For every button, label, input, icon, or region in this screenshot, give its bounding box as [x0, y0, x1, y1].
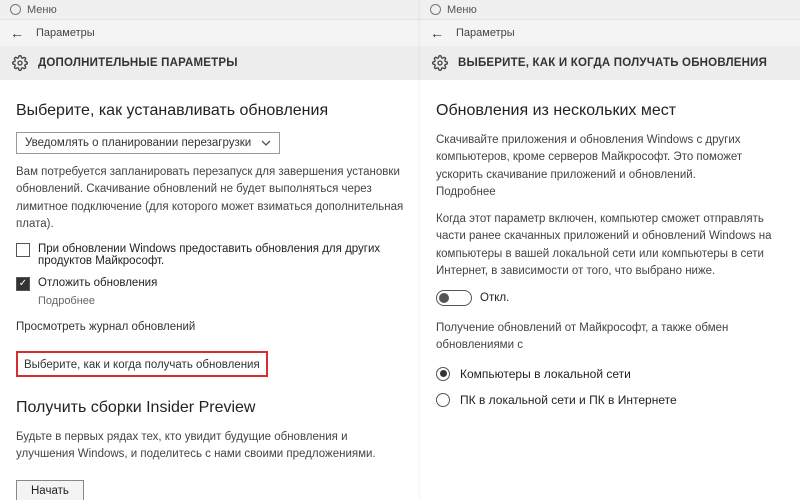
right-window: Меню ← Параметры ВЫБЕРИТЕ, КАК И КОГДА П…: [420, 0, 800, 500]
left-content: Выберите, как устанавливать обновления У…: [0, 80, 420, 500]
right-header: ВЫБЕРИТЕ, КАК И КОГДА ПОЛУЧАТЬ ОБНОВЛЕНИ…: [420, 46, 800, 80]
install-section-title: Выберите, как устанавливать обновления: [16, 102, 404, 120]
right-content: Обновления из нескольких мест Скачивайте…: [420, 80, 800, 407]
other-products-checkbox[interactable]: [16, 243, 30, 257]
multi-places-title: Обновления из нескольких мест: [436, 102, 784, 120]
dropdown-value: Уведомлять о планировании перезагрузки: [25, 137, 251, 149]
back-icon[interactable]: ←: [10, 25, 24, 41]
defer-updates-label: Отложить обновления: [38, 277, 157, 289]
right-menu-bar: Меню: [420, 0, 800, 20]
install-mode-dropdown[interactable]: Уведомлять о планировании перезагрузки: [16, 132, 280, 154]
other-products-label: При обновлении Windows предоставить обно…: [38, 243, 404, 267]
highlight-box: Выберите, как и когда получать обновлени…: [16, 351, 268, 377]
defer-updates-option[interactable]: ✓ Отложить обновления: [16, 277, 404, 291]
left-topbar: ← Параметры: [0, 20, 420, 46]
gear-icon: [432, 55, 448, 71]
multi-desc1-text: Скачивайте приложения и обновления Windo…: [436, 134, 742, 181]
back-icon[interactable]: ←: [430, 25, 444, 41]
start-button[interactable]: Начать: [16, 480, 84, 500]
left-header: ДОПОЛНИТЕЛЬНЫЕ ПАРАМЕТРЫ: [0, 46, 420, 80]
radio-internet[interactable]: [436, 393, 450, 407]
menu-label[interactable]: Меню: [27, 4, 57, 16]
insider-section-title: Получить сборки Insider Preview: [16, 399, 404, 417]
gear-icon: [12, 55, 28, 71]
menu-label[interactable]: Меню: [447, 4, 477, 16]
radio-internet-row[interactable]: ПК в локальной сети и ПК в Интернете: [436, 393, 784, 407]
right-topbar-title: Параметры: [456, 27, 515, 39]
multi-more-link[interactable]: Подробнее: [436, 186, 496, 198]
other-products-option[interactable]: При обновлении Windows предоставить обно…: [16, 243, 404, 267]
restart-info-text: Вам потребуется запланировать перезапуск…: [16, 164, 404, 233]
opera-icon: [10, 4, 21, 15]
right-header-title: ВЫБЕРИТЕ, КАК И КОГДА ПОЛУЧАТЬ ОБНОВЛЕНИ…: [458, 57, 767, 69]
defer-more-link[interactable]: Подробнее: [38, 295, 404, 307]
multi-desc2: Когда этот параметр включен, компьютер с…: [436, 211, 784, 280]
left-window: ← Параметры ДОПОЛНИТЕЛЬНЫЕ ПАРАМЕТРЫ Выб…: [0, 20, 420, 500]
left-topbar-title: Параметры: [36, 27, 95, 39]
chevron-down-icon: [261, 140, 271, 146]
view-history-link[interactable]: Просмотреть журнал обновлений: [16, 321, 404, 333]
radio-local[interactable]: [436, 367, 450, 381]
multi-desc3: Получение обновлений от Майкрософт, а та…: [436, 320, 784, 355]
left-header-title: ДОПОЛНИТЕЛЬНЫЕ ПАРАМЕТРЫ: [38, 57, 238, 69]
insider-text: Будьте в первых рядах тех, кто увидит бу…: [16, 429, 404, 464]
delivery-toggle-row[interactable]: Откл.: [436, 290, 784, 306]
radio-internet-label: ПК в локальной сети и ПК в Интернете: [460, 393, 677, 407]
toggle-label: Откл.: [480, 292, 509, 304]
opera-icon: [430, 4, 441, 15]
delivery-toggle[interactable]: [436, 290, 472, 306]
right-topbar: ← Параметры: [420, 20, 800, 46]
radio-local-row[interactable]: Компьютеры в локальной сети: [436, 367, 784, 381]
multi-desc1: Скачивайте приложения и обновления Windo…: [436, 132, 784, 201]
radio-local-label: Компьютеры в локальной сети: [460, 367, 631, 381]
defer-updates-checkbox[interactable]: ✓: [16, 277, 30, 291]
toggle-knob: [439, 293, 449, 303]
choose-when-link[interactable]: Выберите, как и когда получать обновлени…: [24, 359, 260, 371]
